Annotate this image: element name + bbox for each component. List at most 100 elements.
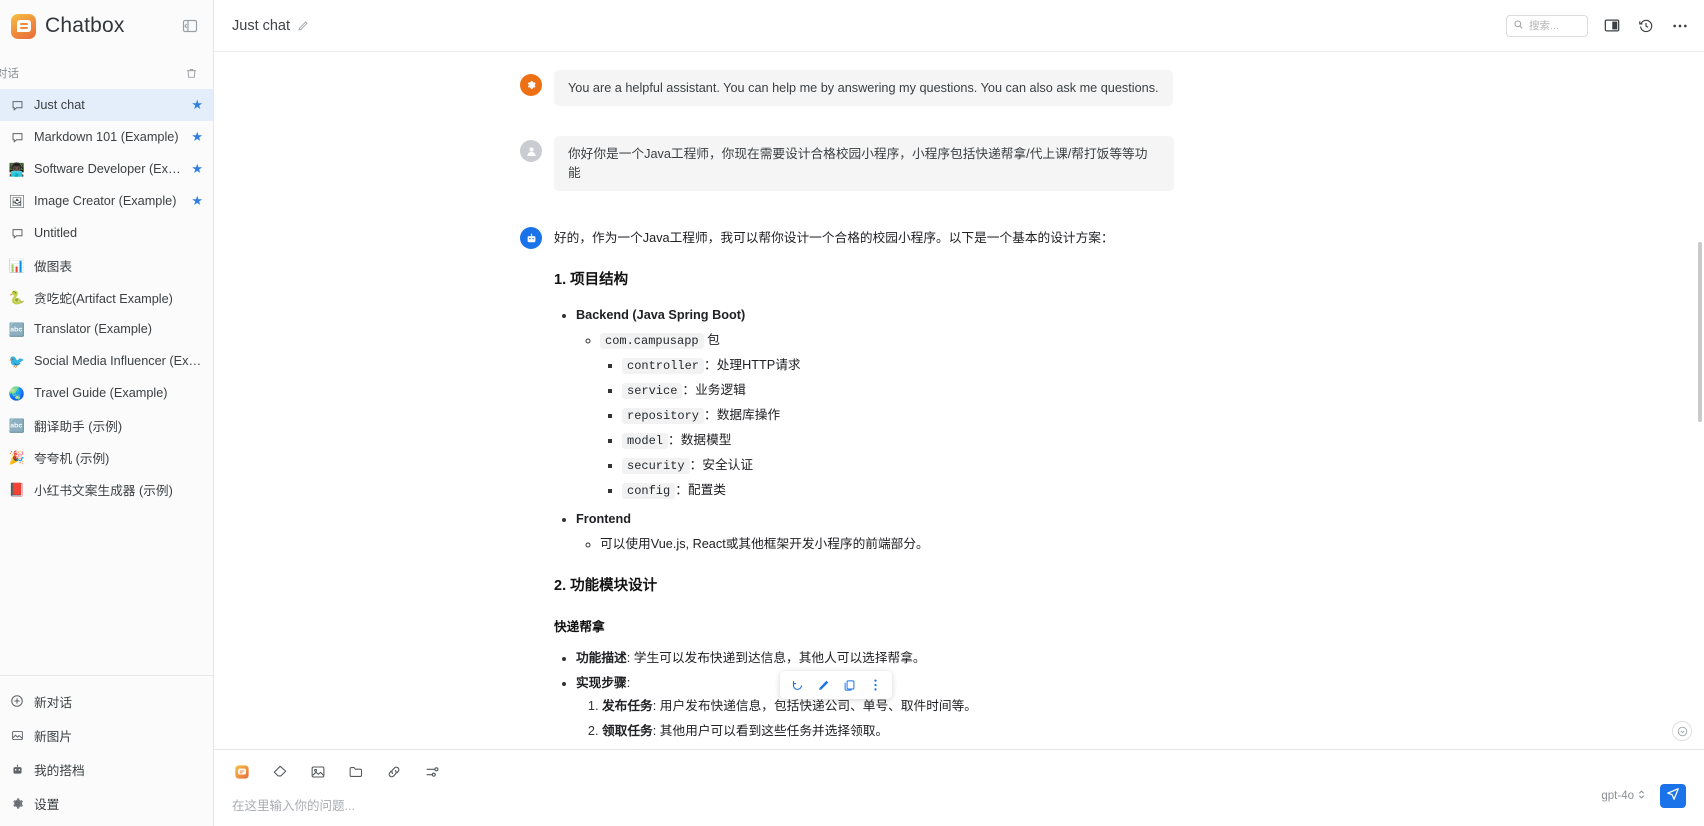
star-icon[interactable]: ★ xyxy=(191,193,203,209)
gear-icon xyxy=(9,795,25,811)
list-item: controller：处理HTTP请求 xyxy=(622,356,1114,375)
code-token: config xyxy=(622,483,676,500)
assistant-intro: 好的，作为一个Java工程师，我可以帮你设计一个合格的校园小程序。以下是一个基本… xyxy=(554,231,1114,246)
composer-toolbar xyxy=(232,760,1686,784)
sidebar-item-image-creator[interactable]: 🖼 Image Creator (Example) ★ xyxy=(0,185,213,217)
sidebar-item-praise-machine[interactable]: 🎉 夸夸机 (示例) xyxy=(0,441,213,473)
message-input[interactable]: 在这里输入你的问题... xyxy=(232,795,1686,814)
search-icon xyxy=(1513,17,1524,35)
feature-desc-label: 功能描述 xyxy=(576,651,627,666)
list-item: Backend (Java Spring Boot) com.campusapp… xyxy=(576,306,1114,500)
sidebar-item-markdown-101[interactable]: Markdown 101 (Example) ★ xyxy=(0,121,213,153)
step-text: : 其他用户可以看到这些任务并选择领取。 xyxy=(652,724,889,739)
sidebar-item-untitled[interactable]: Untitled xyxy=(0,217,213,249)
feature-desc-text: : 学生可以发布快递到达信息，其他人可以选择帮拿。 xyxy=(626,651,926,666)
code-desc: ：配置类 xyxy=(675,483,726,498)
link-icon[interactable] xyxy=(384,762,404,782)
sidebar-item-new-image[interactable]: 新图片 xyxy=(0,718,213,752)
composer: 在这里输入你的问题... gpt-4o xyxy=(214,749,1704,826)
sidebar-item-label: 做图表 xyxy=(34,259,73,274)
plus-circle-icon xyxy=(9,693,25,709)
trash-icon[interactable] xyxy=(182,64,200,82)
sidebar-item-label: Markdown 101 (Example) xyxy=(34,130,179,144)
sidebar-footer-label: 新图片 xyxy=(34,729,73,744)
gear-icon xyxy=(520,74,542,96)
more-vertical-icon[interactable] xyxy=(864,674,886,696)
globe-icon: 🌏 xyxy=(8,385,26,401)
star-icon[interactable]: ★ xyxy=(191,161,203,177)
history-clock-icon[interactable] xyxy=(1636,16,1656,36)
sliders-icon[interactable] xyxy=(422,762,442,782)
sidebar-item-social-media-influencer[interactable]: 🐦 Social Media Influencer (Example) xyxy=(0,345,213,377)
sidebar-item-settings[interactable]: 设置 xyxy=(0,786,213,820)
message-action-toolbar[interactable] xyxy=(780,671,892,699)
chart-icon: 📊 xyxy=(8,257,26,273)
chat-bubble-icon xyxy=(9,97,25,113)
sidebar-item-label: Untitled xyxy=(34,226,78,240)
send-icon xyxy=(1666,787,1680,806)
conversation-area[interactable]: You are a helpful assistant. You can hel… xyxy=(214,52,1704,749)
frontend-label: Frontend xyxy=(576,512,631,527)
sidebar-section-header: 对话 xyxy=(0,58,213,88)
translate-icon: 🔤 xyxy=(8,321,26,337)
app-logo-icon xyxy=(11,13,36,39)
send-button[interactable] xyxy=(1660,784,1686,808)
sidebar-item-travel-guide[interactable]: 🌏 Travel Guide (Example) xyxy=(0,377,213,409)
heading-project-structure: 1. 项目结构 xyxy=(554,272,629,289)
app-root: Chatbox 对话 Just chat ★ Markdown 101 (Exa… xyxy=(0,0,1704,826)
sidebar-item-snake-artifact[interactable]: 🐍 贪吃蛇(Artifact Example) xyxy=(0,281,213,313)
pencil-icon[interactable] xyxy=(812,674,834,696)
sidebar-item-make-chart[interactable]: 📊 做图表 xyxy=(0,249,213,281)
sidebar-item-label: 小红书文案生成器 (示例) xyxy=(34,483,173,498)
star-icon[interactable]: ★ xyxy=(191,97,203,113)
frontend-sublist: 可以使用Vue.js, React或其他框架开发小程序的前端部分。 xyxy=(576,535,1114,554)
code-desc: ：数据模型 xyxy=(668,433,732,448)
star-icon[interactable]: ★ xyxy=(191,129,203,145)
sidebar-item-translator[interactable]: 🔤 Translator (Example) xyxy=(0,313,213,345)
app-title: Chatbox xyxy=(45,14,125,37)
code-desc: ：处理HTTP请求 xyxy=(704,358,801,373)
scroll-to-bottom-icon[interactable] xyxy=(1672,721,1692,741)
code-token: service xyxy=(622,383,683,400)
image-icon[interactable] xyxy=(308,762,328,782)
split-view-icon[interactable] xyxy=(1602,16,1622,36)
sidebar-item-new-conversation[interactable]: 新对话 xyxy=(0,684,213,718)
vertical-scrollbar[interactable] xyxy=(1698,242,1702,422)
step-label: 领取任务 xyxy=(602,724,653,739)
pencil-icon[interactable] xyxy=(297,20,309,32)
step-label: 发布任务 xyxy=(602,699,653,714)
folder-icon[interactable] xyxy=(346,762,366,782)
persona-icon[interactable] xyxy=(232,762,252,782)
model-selector[interactable]: gpt-4o xyxy=(1601,789,1646,803)
copy-icon[interactable] xyxy=(838,674,860,696)
refresh-icon[interactable] xyxy=(786,674,808,696)
step-text: : 用户发布快递信息，包括快递公司、单号、取件时间等。 xyxy=(652,699,977,714)
sidebar-item-xiaohongshu-generator[interactable]: 📕 小红书文案生成器 (示例) xyxy=(0,473,213,505)
sidebar-item-translate-assistant[interactable]: 🔤 翻译助手 (示例) xyxy=(0,409,213,441)
image-icon: 🖼 xyxy=(8,193,26,209)
panel-collapse-icon[interactable] xyxy=(179,15,201,37)
sidebar-section-label: 对话 xyxy=(0,68,19,80)
message-user: 你好你是一个Java工程师，你现在需要设计合格校园小程序，小程序包括快递帮拿/代… xyxy=(214,136,1704,192)
composer-actions: gpt-4o xyxy=(1601,784,1686,808)
sidebar-item-my-partners[interactable]: 我的搭档 xyxy=(0,752,213,786)
sidebar-item-label: 贪吃蛇(Artifact Example) xyxy=(34,291,173,306)
robot-icon xyxy=(9,761,25,777)
package-children: controller：处理HTTP请求 service：业务逻辑 reposit… xyxy=(600,356,1114,500)
heading-function-modules: 2. 功能模块设计 xyxy=(554,578,658,595)
page-title: Just chat xyxy=(232,17,291,34)
more-horizontal-icon[interactable] xyxy=(1670,16,1690,36)
snake-icon: 🐍 xyxy=(8,289,26,305)
sidebar-item-just-chat[interactable]: Just chat ★ xyxy=(0,89,213,121)
list-item: 可以使用Vue.js, React或其他框架开发小程序的前端部分。 xyxy=(600,535,1114,554)
list-item: com.campusapp 包 controller：处理HTTP请求 serv… xyxy=(600,331,1114,500)
search-placeholder: 搜索... xyxy=(1529,20,1559,32)
sidebar-item-software-developer[interactable]: 👨🏿‍💻 Software Developer (Example) ★ xyxy=(0,153,213,185)
eraser-icon[interactable] xyxy=(270,762,290,782)
search-input[interactable]: 搜索... xyxy=(1506,14,1588,37)
message-text: 你好你是一个Java工程师，你现在需要设计合格校园小程序，小程序包括快递帮拿/代… xyxy=(554,136,1174,192)
list-item: model：数据模型 xyxy=(622,431,1114,450)
list-item: 功能描述: 学生可以发布快递到达信息，其他人可以选择帮拿。 xyxy=(576,649,1114,668)
sidebar-item-label: Image Creator (Example) xyxy=(34,194,177,208)
twitter-icon: 🐦 xyxy=(8,353,26,369)
